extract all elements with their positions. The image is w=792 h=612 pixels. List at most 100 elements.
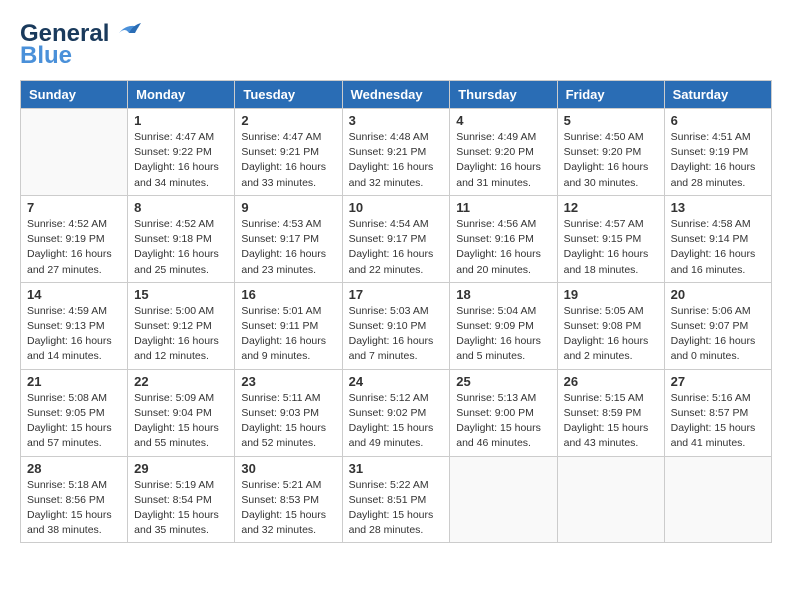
calendar-cell (450, 456, 557, 543)
day-number: 12 (564, 200, 658, 215)
calendar-cell: 8Sunrise: 4:52 AM Sunset: 9:18 PM Daylig… (128, 195, 235, 282)
calendar-cell: 9 Sunrise: 4:53 AM Sunset: 9:17 PM Daylig… (235, 195, 342, 282)
day-info: Sunrise: 5:13 AM Sunset: 9:00 PM Dayligh… (456, 391, 550, 452)
calendar-week-1: 1 Sunrise: 4:47 AM Sunset: 9:22 PM Daylig… (21, 109, 772, 196)
day-number: 17 (349, 287, 444, 302)
day-number: 23 (241, 374, 335, 389)
calendar-week-4: 21 Sunrise: 5:08 AM Sunset: 9:05 PM Dayli… (21, 369, 772, 456)
day-info: Sunrise: 5:04 AM Sunset: 9:09 PM Dayligh… (456, 304, 550, 365)
weekday-header-monday: Monday (128, 81, 235, 109)
day-number: 3 (349, 113, 444, 128)
day-info: Sunrise: 5:08 AM Sunset: 9:05 PM Dayligh… (27, 391, 121, 452)
day-number: 30 (241, 461, 335, 476)
calendar-cell (557, 456, 664, 543)
day-info: Sunrise: 4:47 AM Sunset: 9:21 PM Dayligh… (241, 130, 335, 191)
day-number: 5 (564, 113, 658, 128)
day-info: Sunrise: 5:05 AM Sunset: 9:08 PM Dayligh… (564, 304, 658, 365)
day-info: Sunrise: 4:56 AM Sunset: 9:16 PM Dayligh… (456, 217, 550, 278)
day-number: 2 (241, 113, 335, 128)
day-number: 18 (456, 287, 550, 302)
day-info: Sunrise: 5:09 AM Sunset: 9:04 PM Dayligh… (134, 391, 228, 452)
day-info: Sunrise: 4:53 AM Sunset: 9:17 PM Dayligh… (241, 217, 335, 278)
calendar-cell: 6 Sunrise: 4:51 AM Sunset: 9:19 PM Daylig… (664, 109, 771, 196)
calendar-cell: 15Sunrise: 5:00 AM Sunset: 9:12 PM Dayli… (128, 282, 235, 369)
day-info: Sunrise: 5:11 AM Sunset: 9:03 PM Dayligh… (241, 391, 335, 452)
day-info: Sunrise: 4:52 AM Sunset: 9:18 PM Dayligh… (134, 217, 228, 278)
day-number: 20 (671, 287, 765, 302)
calendar-cell: 14 Sunrise: 4:59 AM Sunset: 9:13 PM Dayli… (21, 282, 128, 369)
day-number: 10 (349, 200, 444, 215)
calendar-cell: 12Sunrise: 4:57 AM Sunset: 9:15 PM Dayli… (557, 195, 664, 282)
calendar-cell: 23 Sunrise: 5:11 AM Sunset: 9:03 PM Dayli… (235, 369, 342, 456)
weekday-header-tuesday: Tuesday (235, 81, 342, 109)
calendar-cell: 4 Sunrise: 4:49 AM Sunset: 9:20 PM Daylig… (450, 109, 557, 196)
calendar-cell: 26 Sunrise: 5:15 AM Sunset: 8:59 PM Dayli… (557, 369, 664, 456)
day-info: Sunrise: 5:21 AM Sunset: 8:53 PM Dayligh… (241, 478, 335, 539)
day-number: 24 (349, 374, 444, 389)
day-info: Sunrise: 5:19 AM Sunset: 8:54 PM Dayligh… (134, 478, 228, 539)
day-number: 4 (456, 113, 550, 128)
calendar-cell: 24Sunrise: 5:12 AM Sunset: 9:02 PM Dayli… (342, 369, 450, 456)
day-info: Sunrise: 4:48 AM Sunset: 9:21 PM Dayligh… (349, 130, 444, 191)
day-number: 6 (671, 113, 765, 128)
day-number: 28 (27, 461, 121, 476)
day-number: 22 (134, 374, 228, 389)
day-info: Sunrise: 5:06 AM Sunset: 9:07 PM Dayligh… (671, 304, 765, 365)
day-info: Sunrise: 4:50 AM Sunset: 9:20 PM Dayligh… (564, 130, 658, 191)
weekday-header-friday: Friday (557, 81, 664, 109)
calendar-cell (664, 456, 771, 543)
day-info: Sunrise: 5:01 AM Sunset: 9:11 PM Dayligh… (241, 304, 335, 365)
calendar-cell: 20 Sunrise: 5:06 AM Sunset: 9:07 PM Dayli… (664, 282, 771, 369)
day-number: 13 (671, 200, 765, 215)
calendar-cell: 29Sunrise: 5:19 AM Sunset: 8:54 PM Dayli… (128, 456, 235, 543)
day-info: Sunrise: 4:51 AM Sunset: 9:19 PM Dayligh… (671, 130, 765, 191)
day-number: 31 (349, 461, 444, 476)
calendar-cell: 3 Sunrise: 4:48 AM Sunset: 9:21 PM Daylig… (342, 109, 450, 196)
day-info: Sunrise: 4:59 AM Sunset: 9:13 PM Dayligh… (27, 304, 121, 365)
calendar-table: SundayMondayTuesdayWednesdayThursdayFrid… (20, 80, 772, 543)
calendar-cell: 1 Sunrise: 4:47 AM Sunset: 9:22 PM Daylig… (128, 109, 235, 196)
calendar-cell (21, 109, 128, 196)
day-number: 16 (241, 287, 335, 302)
day-info: Sunrise: 5:15 AM Sunset: 8:59 PM Dayligh… (564, 391, 658, 452)
weekday-header-wednesday: Wednesday (342, 81, 450, 109)
day-number: 26 (564, 374, 658, 389)
calendar-cell: 30 Sunrise: 5:21 AM Sunset: 8:53 PM Dayli… (235, 456, 342, 543)
day-info: Sunrise: 5:03 AM Sunset: 9:10 PM Dayligh… (349, 304, 444, 365)
day-info: Sunrise: 4:54 AM Sunset: 9:17 PM Dayligh… (349, 217, 444, 278)
calendar-cell: 13 Sunrise: 4:58 AM Sunset: 9:14 PM Dayli… (664, 195, 771, 282)
day-number: 27 (671, 374, 765, 389)
calendar-cell: 19 Sunrise: 5:05 AM Sunset: 9:08 PM Dayli… (557, 282, 664, 369)
calendar-cell: 28 Sunrise: 5:18 AM Sunset: 8:56 PM Dayli… (21, 456, 128, 543)
weekday-header-sunday: Sunday (21, 81, 128, 109)
day-info: Sunrise: 5:18 AM Sunset: 8:56 PM Dayligh… (27, 478, 121, 539)
calendar-cell: 31 Sunrise: 5:22 AM Sunset: 8:51 PM Dayli… (342, 456, 450, 543)
calendar-cell: 21 Sunrise: 5:08 AM Sunset: 9:05 PM Dayli… (21, 369, 128, 456)
calendar-cell: 17 Sunrise: 5:03 AM Sunset: 9:10 PM Dayli… (342, 282, 450, 369)
day-number: 9 (241, 200, 335, 215)
day-info: Sunrise: 4:58 AM Sunset: 9:14 PM Dayligh… (671, 217, 765, 278)
day-number: 21 (27, 374, 121, 389)
calendar-week-3: 14 Sunrise: 4:59 AM Sunset: 9:13 PM Dayli… (21, 282, 772, 369)
calendar-cell: 2 Sunrise: 4:47 AM Sunset: 9:21 PM Daylig… (235, 109, 342, 196)
day-info: Sunrise: 4:49 AM Sunset: 9:20 PM Dayligh… (456, 130, 550, 191)
weekday-header-row: SundayMondayTuesdayWednesdayThursdayFrid… (21, 81, 772, 109)
day-number: 15 (134, 287, 228, 302)
day-number: 25 (456, 374, 550, 389)
day-number: 11 (456, 200, 550, 215)
calendar-cell: 10 Sunrise: 4:54 AM Sunset: 9:17 PM Dayli… (342, 195, 450, 282)
calendar-cell: 5 Sunrise: 4:50 AM Sunset: 9:20 PM Daylig… (557, 109, 664, 196)
day-number: 14 (27, 287, 121, 302)
day-number: 19 (564, 287, 658, 302)
calendar-cell: 22 Sunrise: 5:09 AM Sunset: 9:04 PM Dayli… (128, 369, 235, 456)
calendar-cell: 25 Sunrise: 5:13 AM Sunset: 9:00 PM Dayli… (450, 369, 557, 456)
weekday-header-saturday: Saturday (664, 81, 771, 109)
weekday-header-thursday: Thursday (450, 81, 557, 109)
day-info: Sunrise: 4:47 AM Sunset: 9:22 PM Dayligh… (134, 130, 228, 191)
calendar-cell: 16 Sunrise: 5:01 AM Sunset: 9:11 PM Dayli… (235, 282, 342, 369)
calendar-cell: 18 Sunrise: 5:04 AM Sunset: 9:09 PM Dayli… (450, 282, 557, 369)
day-number: 1 (134, 113, 228, 128)
logo-blue: Blue (20, 42, 72, 70)
day-info: Sunrise: 5:22 AM Sunset: 8:51 PM Dayligh… (349, 478, 444, 539)
day-number: 7 (27, 200, 121, 215)
